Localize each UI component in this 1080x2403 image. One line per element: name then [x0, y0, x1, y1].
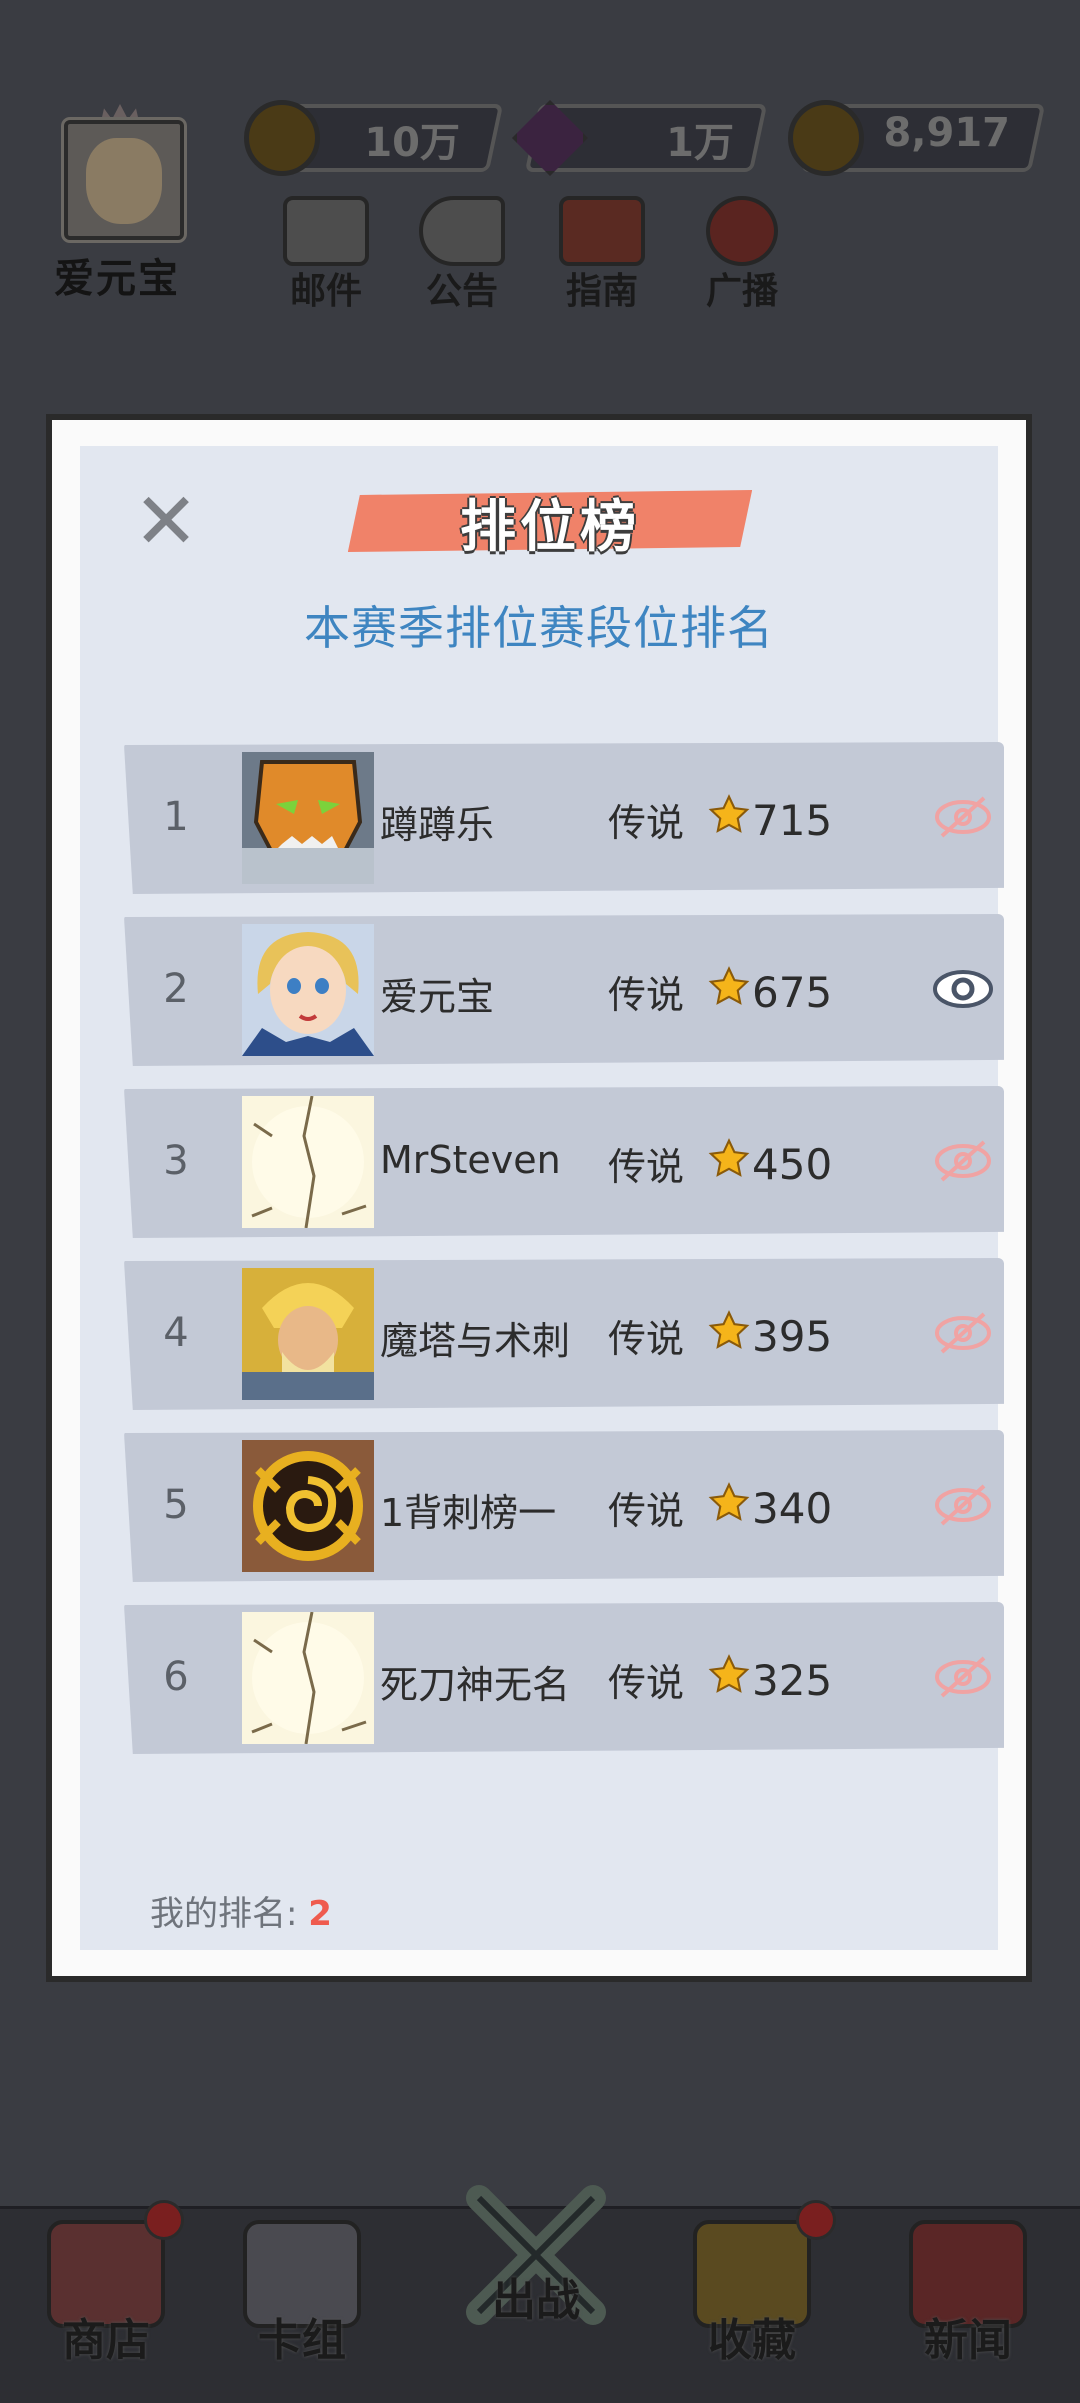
top-hud: 爱元宝 10万 1万 8,917 邮件 公告 指南 广播 [0, 0, 1080, 330]
leaderboard-row[interactable]: 2 爱元宝 传说 675 [124, 914, 1004, 1066]
nav-shop-label: 商店 [62, 2315, 150, 2366]
megaphone-icon [419, 196, 505, 266]
nav-collection-label: 收藏 [708, 2315, 796, 2366]
star-icon [708, 1310, 750, 1349]
eye-hidden-icon[interactable] [932, 1652, 994, 1702]
player-name: 爱元宝 [380, 975, 495, 1019]
player-avatar[interactable] [64, 120, 184, 240]
announcement-button[interactable]: 公告 [402, 196, 522, 314]
rank-number: 1 [163, 794, 189, 840]
eye-visible-icon[interactable] [932, 964, 994, 1014]
nav-collection[interactable]: 收藏 [672, 2220, 832, 2368]
tier-label: 传说 [608, 801, 685, 845]
tier-label: 传说 [608, 1317, 685, 1361]
dialog-title: 排位榜 [460, 495, 640, 560]
nav-cards-label: 卡组 [258, 2315, 346, 2366]
avatar-face [86, 138, 162, 224]
player-name: 1背刺榜一 [380, 1491, 557, 1535]
star-score: 675 [752, 968, 833, 1017]
rank-number: 2 [163, 966, 189, 1012]
dialog-subtitle: 本赛季排位赛段位排名 [304, 601, 774, 655]
star-score: 395 [752, 1312, 833, 1361]
leaderboard-row[interactable]: 3 MrSteven 传说 450 [124, 1086, 1004, 1238]
nav-shop[interactable]: 商店 [26, 2220, 186, 2368]
blonde-girl-avatar[interactable] [242, 924, 374, 1056]
nav-cards[interactable]: 卡组 [222, 2220, 382, 2368]
player-name: 死刀神无名 [380, 1663, 571, 1707]
broadcast-icon [706, 196, 778, 266]
leaderboard-row[interactable]: 5 1背刺榜一 传说 340 [124, 1430, 1004, 1582]
broadcast-label: 广播 [705, 271, 778, 312]
dialog-panel: ✕ 排位榜 本赛季排位赛段位排名 1 蹲蹲乐 传说 715 2 爱元宝 传说 6… [80, 446, 1004, 1950]
gem-value: 1万 [666, 120, 734, 166]
player-name: 爱元宝 [54, 256, 180, 302]
star-icon [708, 794, 750, 833]
spiral-emblem-avatar[interactable] [242, 1440, 374, 1572]
eye-hidden-icon[interactable] [932, 1308, 994, 1358]
tier-label: 传说 [608, 973, 685, 1017]
broadcast-button[interactable]: 广播 [682, 196, 802, 314]
star-icon [708, 1654, 750, 1693]
nav-news[interactable]: 新闻 [888, 2220, 1048, 2368]
rank-number: 5 [163, 1482, 189, 1528]
star-coin-value: 8,917 [883, 110, 1010, 156]
leaderboard-row[interactable]: 1 蹲蹲乐 传说 715 [124, 742, 1004, 894]
leaderboard-row[interactable]: 4 魔塔与术刺 传说 395 [124, 1258, 1004, 1410]
star-icon [708, 1482, 750, 1521]
mail-icon [283, 196, 369, 266]
mail-button[interactable]: 邮件 [266, 196, 386, 314]
eye-hidden-icon[interactable] [932, 1136, 994, 1186]
tier-label: 传说 [608, 1489, 685, 1533]
shop-notification-dot [144, 2200, 184, 2240]
tier-label: 传说 [608, 1661, 685, 1705]
player-name: 蹲蹲乐 [380, 803, 495, 847]
rank-number: 6 [163, 1654, 189, 1700]
eye-hidden-icon[interactable] [932, 792, 994, 842]
cracked-egg-avatar[interactable] [242, 1096, 374, 1228]
guide-button[interactable]: 指南 [542, 196, 662, 314]
golden-warrior-avatar[interactable] [242, 1268, 374, 1400]
rank-number: 4 [163, 1310, 189, 1356]
orange-mask-avatar[interactable] [242, 752, 374, 884]
nav-news-label: 新闻 [924, 2315, 1012, 2366]
cracked-egg-avatar[interactable] [242, 1612, 374, 1744]
book-icon [559, 196, 645, 266]
player-name: MrSteven [380, 1138, 561, 1182]
leaderboard-dialog: ✕ 排位榜 本赛季排位赛段位排名 1 蹲蹲乐 传说 715 2 爱元宝 传说 6… [46, 414, 1032, 1982]
star-score: 325 [752, 1656, 833, 1705]
star-icon [708, 966, 750, 1005]
star-icon [708, 1138, 750, 1177]
star-score: 450 [752, 1140, 833, 1189]
guide-label: 指南 [565, 271, 638, 312]
my-rank-value: 2 [308, 1894, 332, 1934]
announcement-label: 公告 [425, 271, 498, 312]
my-rank: 我的排名: 2 [150, 1886, 332, 1935]
collection-notification-dot [796, 2200, 836, 2240]
eye-hidden-icon[interactable] [932, 1480, 994, 1530]
nav-battle[interactable]: 出战 [456, 2180, 616, 2328]
rank-number: 3 [163, 1138, 189, 1184]
tier-label: 传说 [608, 1145, 685, 1189]
close-icon[interactable]: ✕ [130, 483, 202, 561]
gold-value: 10万 [364, 120, 460, 166]
mail-label: 邮件 [289, 271, 362, 312]
my-rank-label: 我的排名: [150, 1894, 298, 1934]
leaderboard-row[interactable]: 6 死刀神无名 传说 325 [124, 1602, 1004, 1754]
player-name: 魔塔与术刺 [380, 1319, 571, 1363]
star-score: 340 [752, 1484, 833, 1533]
star-score: 715 [752, 796, 833, 845]
